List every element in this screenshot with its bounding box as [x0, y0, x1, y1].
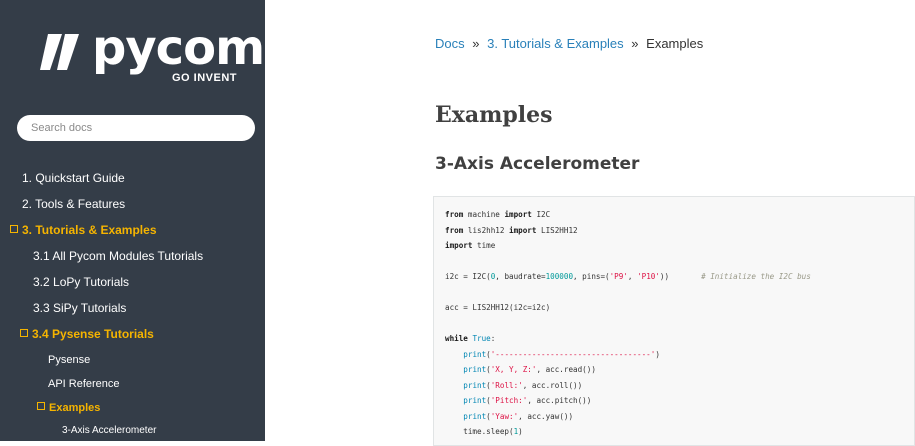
sidebar-item-3-axis-accelerometer[interactable]: 3-Axis Accelerometer	[62, 425, 156, 436]
collapse-icon	[20, 329, 28, 337]
sidebar-item-label: API Reference	[48, 378, 120, 390]
sidebar-item-pysense[interactable]: Pysense	[48, 354, 90, 366]
code-line: while True:	[445, 334, 496, 343]
code-line: print('Roll:', acc.roll())	[463, 380, 583, 390]
code-line: print('---------------------------------…	[463, 349, 660, 359]
breadcrumb-current: Examples	[646, 36, 704, 51]
code-line: from lis2hh12 import LIS2HH12	[445, 225, 578, 235]
sidebar-item-all-modules-tutorials[interactable]: 3.1 All Pycom Modules Tutorials	[33, 249, 203, 263]
code-line: time.sleep(1)	[445, 427, 523, 436]
sidebar-item-label: 1. Quickstart Guide	[22, 171, 125, 185]
search-input[interactable]	[17, 115, 255, 141]
code-block[interactable]: from machine import I2C from lis2hh12 imp…	[433, 196, 915, 446]
sidebar-item-quickstart[interactable]: 1. Quickstart Guide	[22, 171, 125, 185]
collapse-icon	[37, 402, 45, 410]
brand-name: pycom	[92, 20, 265, 76]
breadcrumb-separator: »	[472, 36, 480, 51]
breadcrumb: Docs » 3. Tutorials & Examples » Example…	[435, 36, 703, 51]
sidebar-item-label: 3.3 SiPy Tutorials	[33, 301, 127, 315]
sidebar-item-pysense-tutorials[interactable]: 3.4 Pysense Tutorials	[20, 327, 154, 341]
sidebar-item-lopy-tutorials[interactable]: 3.2 LoPy Tutorials	[33, 275, 129, 289]
breadcrumb-tutorials-link[interactable]: 3. Tutorials & Examples	[487, 36, 624, 51]
pycom-logo[interactable]: pycom GO INVENT	[40, 20, 265, 92]
sidebar: pycom GO INVENT 1. Quickstart Guide 2. T…	[0, 0, 265, 441]
code-line: i2c = I2C(0, baudrate=100000, pins=('P9'…	[445, 272, 811, 281]
code-line: from machine import I2C	[445, 210, 551, 219]
sidebar-item-label: 3.2 LoPy Tutorials	[33, 275, 130, 289]
sidebar-item-label: Examples	[49, 402, 101, 414]
collapse-icon	[10, 225, 18, 233]
breadcrumb-docs-link[interactable]: Docs	[435, 36, 465, 51]
code-line: print('Pitch:', acc.pitch())	[463, 396, 592, 405]
main-content: Docs » 3. Tutorials & Examples » Example…	[265, 0, 915, 446]
brand-tagline: GO INVENT	[172, 72, 238, 84]
sidebar-item-examples[interactable]: Examples	[37, 402, 100, 414]
code-line: print('Yaw:', acc.yaw())	[463, 411, 574, 421]
page-title: Examples	[435, 102, 553, 128]
pycom-slashes-icon	[40, 34, 79, 70]
sidebar-item-label: 3.4 Pysense Tutorials	[32, 327, 154, 341]
sidebar-item-sipy-tutorials[interactable]: 3.3 SiPy Tutorials	[33, 301, 126, 315]
sidebar-item-label: 3.1 All Pycom Modules Tutorials	[33, 249, 204, 263]
code-line: print('X, Y, Z:', acc.read())	[463, 365, 596, 374]
sidebar-item-label: 2. Tools & Features	[22, 197, 126, 211]
code-line: import time	[445, 241, 496, 250]
section-heading: 3-Axis Accelerometer	[435, 154, 640, 174]
sidebar-item-tools-features[interactable]: 2. Tools & Features	[22, 197, 125, 211]
breadcrumb-separator: »	[631, 36, 639, 51]
sidebar-item-api-reference[interactable]: API Reference	[48, 378, 120, 390]
sidebar-item-tutorials-examples[interactable]: 3. Tutorials & Examples	[10, 223, 157, 237]
sidebar-item-label: 3. Tutorials & Examples	[22, 223, 157, 237]
sidebar-item-label: 3-Axis Accelerometer	[62, 425, 157, 436]
sidebar-item-label: Pysense	[48, 354, 91, 366]
code-line: acc = LIS2HH12(i2c=i2c)	[445, 303, 551, 312]
